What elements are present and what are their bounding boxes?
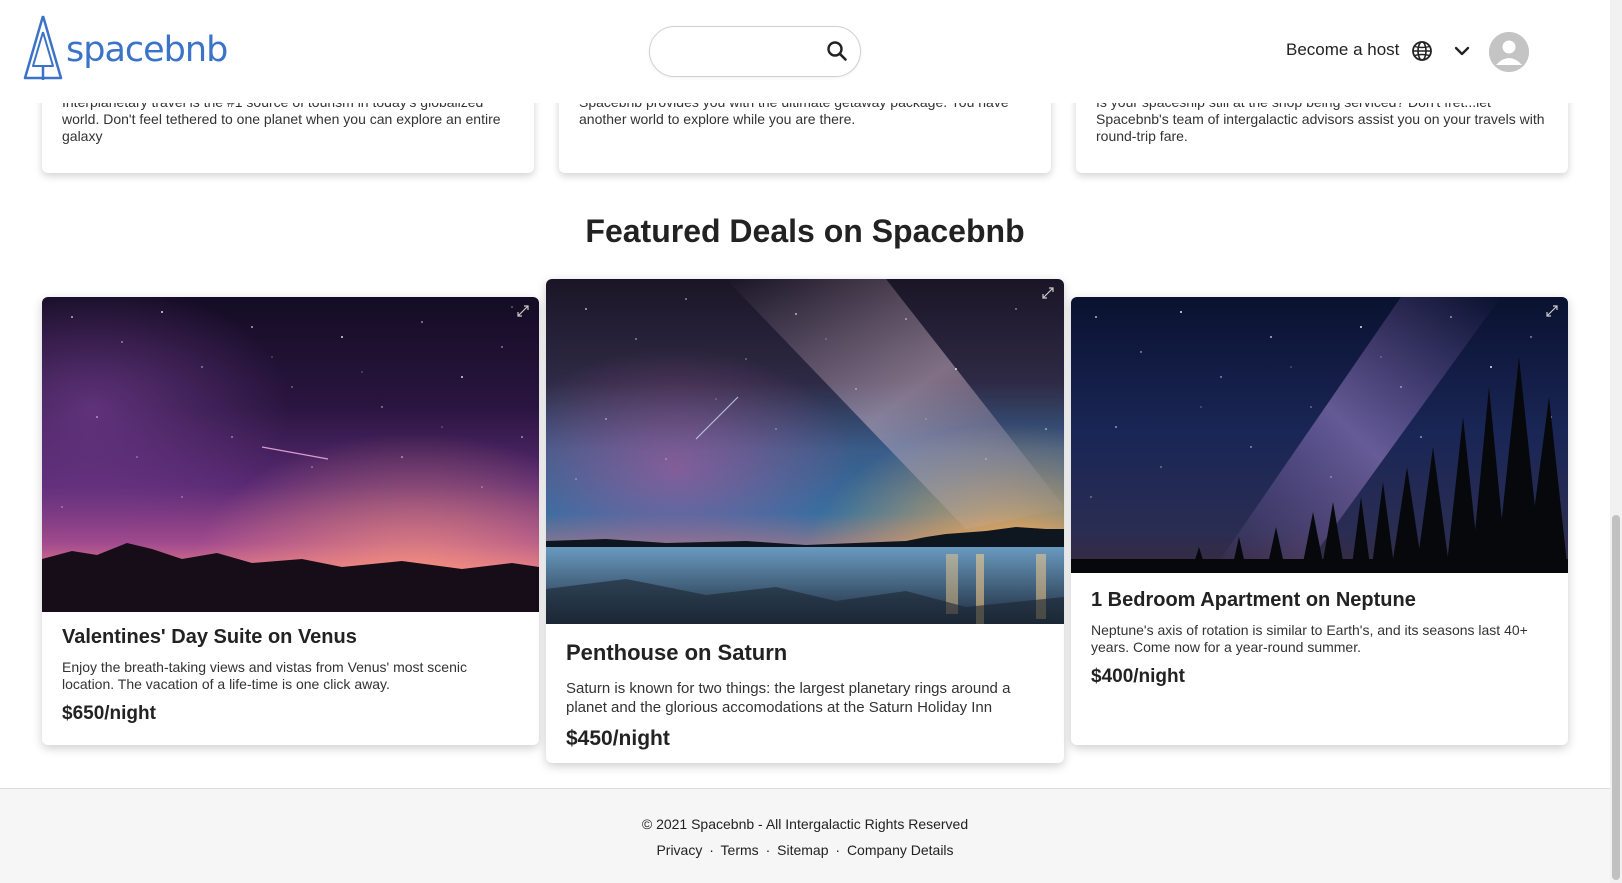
expand-icon[interactable]	[1042, 287, 1054, 299]
copyright-text: © 2021 Spacebnb - All Intergalactic Righ…	[641, 816, 969, 832]
footer-link-privacy[interactable]: Privacy	[656, 842, 702, 858]
deal-body: Valentines' Day Suite on Venus Enjoy the…	[42, 612, 539, 725]
deal-description: Enjoy the breath-taking views and vistas…	[62, 659, 467, 692]
scrollbar-thumb[interactable]	[1612, 515, 1620, 880]
footer-link-company-details[interactable]: Company Details	[847, 842, 954, 858]
search-icon[interactable]	[826, 40, 848, 67]
deal-price: $400/night	[1091, 666, 1185, 687]
logo-text: spacebnb	[66, 30, 228, 70]
footer-link-terms[interactable]: Terms	[721, 842, 759, 858]
deal-title[interactable]: Penthouse on Saturn	[566, 640, 1044, 666]
footer-separator: ·	[835, 842, 841, 858]
section-title: Featured Deals on Spacebnb	[585, 213, 1025, 249]
avatar-icon	[1489, 32, 1529, 72]
logo[interactable]: spacebnb	[22, 12, 228, 80]
deal-body: Penthouse on Saturn Saturn is known for …	[546, 624, 1064, 751]
rocket-logo-icon	[23, 15, 63, 80]
deal-card-venus[interactable]: Valentines' Day Suite on Venus Enjoy the…	[42, 297, 539, 745]
site-header: spacebnb Become a host	[0, 0, 1610, 103]
globe-icon[interactable]	[1411, 40, 1433, 67]
deal-image-venus	[42, 297, 539, 612]
deal-card-neptune[interactable]: 1 Bedroom Apartment on Neptune Neptune's…	[1071, 297, 1568, 745]
avatar[interactable]	[1489, 32, 1529, 72]
deal-price: $450/night	[566, 727, 670, 750]
deal-card-saturn[interactable]: Penthouse on Saturn Saturn is known for …	[546, 279, 1064, 763]
expand-icon[interactable]	[517, 305, 529, 317]
deal-body: 1 Bedroom Apartment on Neptune Neptune's…	[1071, 573, 1568, 688]
footer-link-sitemap[interactable]: Sitemap	[777, 842, 828, 858]
deal-description: Neptune's axis of rotation is similar to…	[1091, 622, 1528, 655]
deal-price: $650/night	[62, 703, 156, 724]
footer-separator: ·	[709, 842, 714, 858]
site-footer: © 2021 Spacebnb - All Intergalactic Righ…	[0, 788, 1610, 883]
chevron-down-icon[interactable]	[1454, 44, 1470, 62]
deal-title[interactable]: Valentines' Day Suite on Venus	[62, 626, 519, 649]
deal-image-neptune	[1071, 297, 1568, 573]
search-bar[interactable]	[649, 26, 861, 77]
deal-image-saturn	[546, 279, 1064, 624]
expand-icon[interactable]	[1546, 305, 1558, 317]
footer-links: Privacy · Terms · Sitemap · Company Deta…	[0, 842, 1610, 858]
footer-separator: ·	[765, 842, 771, 858]
become-host-link[interactable]: Become a host	[1286, 40, 1399, 60]
vertical-scrollbar[interactable]	[1610, 0, 1622, 883]
deal-title[interactable]: 1 Bedroom Apartment on Neptune	[1091, 589, 1548, 612]
deal-description: Saturn is known for two things: the larg…	[566, 680, 1011, 716]
search-input[interactable]	[666, 39, 816, 65]
